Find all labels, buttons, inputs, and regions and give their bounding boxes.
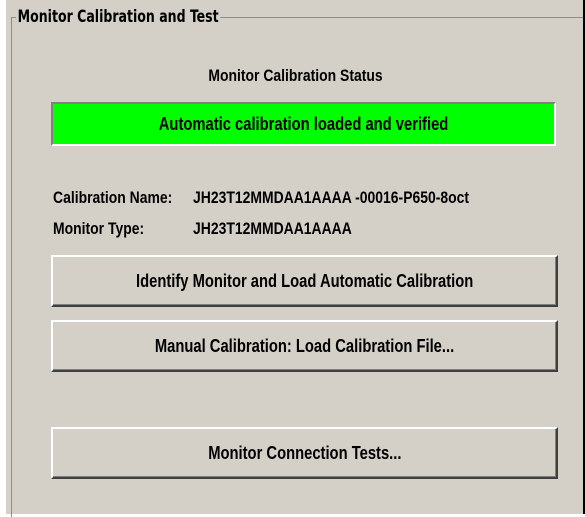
monitor-type-label: Monitor Type: <box>53 219 145 238</box>
monitor-calibration-panel: Monitor Calibration and Test Monitor Cal… <box>6 0 585 517</box>
manual-calibration-button[interactable]: Manual Calibration: Load Calibration Fil… <box>51 320 558 372</box>
identify-monitor-button-label: Identify Monitor and Load Automatic Cali… <box>135 270 474 291</box>
calibration-name-row: Calibration Name: JH23T12MMDAA1AAAA -000… <box>53 188 469 208</box>
groupbox-title: Monitor Calibration and Test <box>16 7 221 27</box>
monitor-connection-tests-button[interactable]: Monitor Connection Tests... <box>51 427 558 479</box>
status-heading: Monitor Calibration Status <box>208 66 383 85</box>
calibration-status-text: Automatic calibration loaded and verifie… <box>158 113 449 134</box>
monitor-connection-tests-button-label: Monitor Connection Tests... <box>207 442 402 463</box>
calibration-name-value: JH23T12MMDAA1AAAA -00016-P650-8oct <box>193 188 470 207</box>
calibration-name-label: Calibration Name: <box>53 188 173 207</box>
manual-calibration-button-label: Manual Calibration: Load Calibration Fil… <box>154 335 455 356</box>
calibration-status-indicator: Automatic calibration loaded and verifie… <box>51 102 556 146</box>
identify-monitor-button[interactable]: Identify Monitor and Load Automatic Cali… <box>51 255 558 307</box>
monitor-type-row: Monitor Type: JH23T12MMDAA1AAAA <box>53 219 352 239</box>
monitor-type-value: JH23T12MMDAA1AAAA <box>193 219 352 238</box>
